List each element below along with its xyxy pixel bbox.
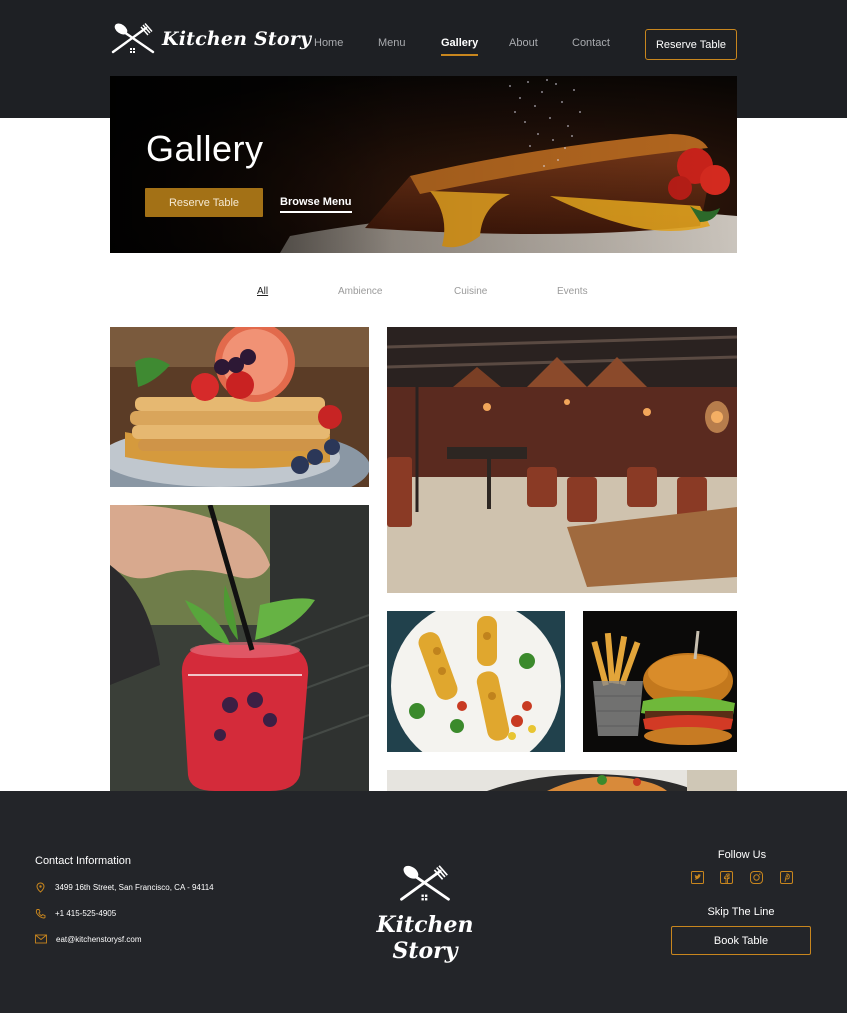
contact-phone[interactable]: +1 415-525-4905 (35, 908, 116, 919)
nav-gallery[interactable]: Gallery (441, 37, 479, 56)
envelope-icon (35, 934, 47, 944)
book-table-button[interactable]: Book Table (671, 926, 811, 955)
gallery-item-cocktail[interactable] (110, 505, 369, 791)
address-text: 3499 16th Street, San Francisco, CA - 94… (55, 883, 214, 892)
contact-title: Contact Information (35, 855, 131, 867)
skip-the-line-title: Skip The Line (707, 906, 775, 918)
hero-reserve-table-button[interactable]: Reserve Table (145, 188, 263, 217)
header-logo[interactable]: Kitchen Story (110, 22, 311, 56)
filter-events[interactable]: Events (557, 286, 588, 297)
follow-us-title: Follow Us (717, 849, 767, 861)
pinterest-icon[interactable] (780, 871, 793, 884)
header-reserve-table-button[interactable]: Reserve Table (645, 29, 737, 60)
contact-address: 3499 16th Street, San Francisco, CA - 94… (35, 882, 214, 893)
skewers-plate-photo (387, 611, 565, 752)
fork-spoon-logo-icon (400, 865, 450, 901)
browse-menu-link[interactable]: Browse Menu (280, 196, 352, 213)
phone-text: +1 415-525-4905 (55, 909, 117, 918)
gallery-item-restaurant-interior[interactable] (387, 327, 737, 593)
filter-all[interactable]: All (257, 286, 268, 297)
gallery-item-burger[interactable] (583, 611, 737, 752)
nav-about[interactable]: About (509, 37, 538, 49)
gallery-item-skewers[interactable] (387, 611, 565, 752)
email-text: eat@kitchenstorysf.com (56, 934, 142, 944)
gallery-item-dish[interactable] (387, 770, 737, 791)
burger-fries-photo (583, 611, 737, 752)
cocktail-photo (110, 505, 369, 791)
hero-title: Gallery (146, 128, 264, 169)
twitter-icon[interactable] (691, 871, 704, 884)
fork-spoon-logo-icon (111, 23, 155, 54)
footer-logo-text: Kitchen Story (376, 912, 474, 964)
nav-home[interactable]: Home (314, 37, 343, 49)
gallery-item-pancakes[interactable] (110, 327, 369, 487)
facebook-icon[interactable] (720, 871, 733, 884)
restaurant-interior-photo (387, 327, 737, 593)
filter-cuisine[interactable]: Cuisine (454, 286, 487, 297)
instagram-icon[interactable] (750, 871, 763, 884)
location-pin-icon (36, 882, 45, 893)
phone-icon (35, 909, 46, 919)
site-footer: Contact Information 3499 16th Street, Sa… (0, 791, 847, 1013)
contact-email[interactable]: eat@kitchenstorysf.com (35, 934, 141, 944)
pancakes-photo (110, 327, 369, 487)
dish-photo (387, 770, 737, 791)
hero-banner: Gallery Reserve Table Browse Menu (110, 76, 737, 253)
nav-contact[interactable]: Contact (572, 37, 610, 49)
footer-logo[interactable]: Kitchen Story (355, 863, 495, 964)
logo-text: Kitchen Story (162, 28, 312, 50)
nav-menu[interactable]: Menu (378, 37, 406, 49)
filter-ambience[interactable]: Ambience (338, 286, 382, 297)
